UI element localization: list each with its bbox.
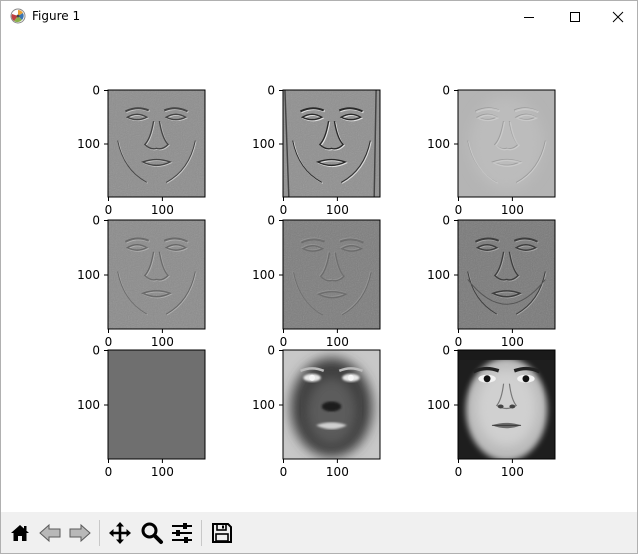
x-tick-label: 100: [501, 203, 524, 217]
close-icon: [612, 11, 624, 22]
y-tick-label: 0: [267, 344, 275, 358]
save-button[interactable]: [207, 518, 237, 548]
configure-subplots-button[interactable]: [167, 518, 197, 548]
toolbar-separator: [99, 520, 100, 546]
subplot-2: [282, 89, 381, 198]
y-tick-label: 0: [442, 214, 450, 228]
toolbar-separator: [201, 520, 202, 546]
x-tick-label: 100: [326, 465, 349, 479]
minimize-button[interactable]: [506, 1, 552, 32]
subplot-4: [107, 219, 206, 330]
y-tick-label: 100: [77, 398, 100, 412]
y-tick-label: 0: [92, 344, 100, 358]
figure-window: Figure 1 0 100 0 100 0 100 0 100 0 100 0…: [0, 0, 638, 554]
window-title: Figure 1: [32, 9, 81, 23]
x-tick-label: 100: [151, 335, 174, 349]
x-tick-label: 100: [326, 203, 349, 217]
back-button[interactable]: [35, 518, 65, 548]
x-tick-label: 0: [280, 203, 288, 217]
y-tick-label: 0: [92, 214, 100, 228]
close-button[interactable]: [598, 1, 638, 32]
subplots-area: 0 100 0 100 0 100 0 100 0 100 0 100 0 100 0 100 0 100 0 100…: [77, 84, 556, 479]
x-tick-label: 0: [105, 335, 113, 349]
x-tick-label: 100: [501, 465, 524, 479]
y-tick-label: 100: [427, 137, 450, 151]
arrow-left-icon: [39, 523, 61, 543]
y-tick-label: 0: [267, 214, 275, 228]
y-tick-label: 0: [92, 84, 100, 98]
subplot-5: [282, 219, 381, 330]
forward-button[interactable]: [65, 518, 95, 548]
y-tick-label: 100: [252, 137, 275, 151]
floppy-disk-icon: [212, 523, 232, 543]
x-tick-label: 0: [105, 465, 113, 479]
x-tick-label: 0: [455, 335, 463, 349]
zoom-button[interactable]: [137, 518, 167, 548]
x-tick-label: 100: [151, 465, 174, 479]
x-tick-label: 100: [326, 335, 349, 349]
y-tick-label: 100: [77, 137, 100, 151]
figure-canvas[interactable]: 0 100 0 100 0 100 0 100 0 100 0 100 0 100 0 100 0 100 0 100…: [1, 32, 637, 512]
subplot-7: [107, 349, 206, 460]
x-tick-label: 0: [280, 335, 288, 349]
maximize-icon: [570, 11, 580, 22]
y-tick-label: 0: [442, 84, 450, 98]
home-icon: [11, 525, 29, 541]
y-tick-label: 100: [77, 268, 100, 282]
home-button[interactable]: [5, 518, 35, 548]
x-tick-label: 0: [455, 465, 463, 479]
maximize-button[interactable]: [552, 1, 598, 32]
navigation-toolbar: [1, 512, 637, 553]
x-tick-label: 0: [280, 465, 288, 479]
subplot-1: [107, 89, 206, 198]
x-tick-label: 100: [501, 335, 524, 349]
y-tick-label: 0: [442, 344, 450, 358]
x-tick-label: 100: [151, 203, 174, 217]
y-tick-label: 100: [252, 268, 275, 282]
move-icon: [109, 522, 131, 544]
y-tick-label: 100: [252, 398, 275, 412]
title-bar[interactable]: Figure 1: [1, 1, 637, 32]
x-tick-label: 0: [455, 203, 463, 217]
pan-button[interactable]: [105, 518, 135, 548]
matplotlib-logo-icon: [10, 8, 26, 24]
subplot-9: [457, 349, 556, 460]
x-tick-label: 0: [105, 203, 113, 217]
sliders-icon: [172, 523, 192, 543]
y-tick-label: 0: [267, 84, 275, 98]
subplot-6: [457, 219, 556, 330]
subplot-8: [282, 349, 381, 460]
minimize-icon: [524, 16, 534, 18]
y-tick-label: 100: [427, 268, 450, 282]
arrow-right-icon: [69, 523, 91, 543]
y-tick-label: 100: [427, 398, 450, 412]
magnifier-icon: [141, 522, 163, 544]
subplot-3: [457, 89, 556, 198]
